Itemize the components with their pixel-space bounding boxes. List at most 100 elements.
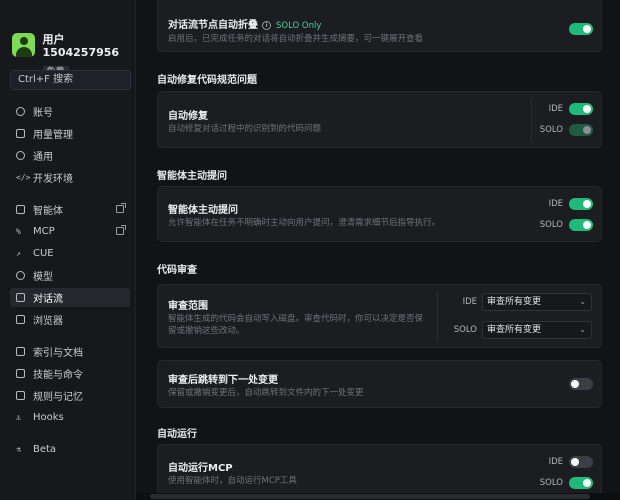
sidebar-item-skills[interactable]: 技能与命令 <box>10 364 130 383</box>
sidebar-item-model[interactable]: 模型 <box>10 266 130 285</box>
auto-collapse-toggle[interactable] <box>569 23 593 35</box>
info-icon[interactable]: i <box>262 21 271 30</box>
autorun-solo-toggle[interactable] <box>569 477 593 489</box>
sidebar-item-mcp[interactable]: % MCP <box>10 222 130 241</box>
setting-title: 智能体主动提问 <box>168 205 238 216</box>
autofix-ide-toggle[interactable] <box>569 103 593 115</box>
username: 用户1504257956 <box>42 33 120 59</box>
divider <box>531 98 532 142</box>
setting-desc: 自动修复对话过程中的识别到的代码问题 <box>168 124 322 134</box>
flask-icon: ⚗ <box>16 445 21 454</box>
search-input[interactable]: Ctrl+F 搜索 <box>10 70 131 90</box>
setting-title: 审查范围 <box>168 301 208 312</box>
sidebar-item-label: MCP <box>33 226 55 237</box>
avatar <box>12 33 35 57</box>
chat-icon <box>16 293 25 302</box>
setting-desc: 允许智能体在任务不明确时主动向用户提问，澄清需求细节后指导执行。 <box>168 218 441 228</box>
review-ide-select[interactable]: 审查所有变更 ⌄ <box>482 293 592 311</box>
ide-label: IDE <box>462 297 477 307</box>
chart-icon <box>16 129 25 138</box>
auto-collapse-card: 对话流节点自动折叠 i SOLO Only 启用后，已完成任务的对话将自动折叠并生成… <box>157 0 602 52</box>
sidebar-item-general[interactable]: 通用 <box>10 146 130 165</box>
ide-label: IDE <box>548 199 563 209</box>
setting-desc: 智能体生成的代码会自动写入磁盘。审查代码时，你可以决定是否保 <box>168 314 424 324</box>
sidebar-item-label: Beta <box>33 444 57 455</box>
robot-icon <box>16 205 25 214</box>
docs-icon <box>16 347 25 356</box>
sidebar-item-label: 技能与命令 <box>33 370 83 381</box>
setting-title: 自动修复 <box>168 111 208 122</box>
setting-title: 审查后跳转到下一处变更 <box>168 375 278 386</box>
section-title: 智能体主动提问 <box>157 171 227 182</box>
sidebar-item-label: 规则与记忆 <box>33 392 83 403</box>
settings-main: 对话流节点自动折叠 i SOLO Only 启用后，已完成任务的对话将自动折叠并生成… <box>137 0 620 500</box>
review-scope-card: 审查范围 智能体生成的代码会自动写入磁盘。审查代码时，你可以决定是否保 留或撤销… <box>157 284 602 348</box>
solo-label: SOLO <box>539 125 563 135</box>
scrollbar-thumb[interactable] <box>150 494 590 499</box>
plug-icon: % <box>16 227 21 236</box>
divider <box>437 292 438 342</box>
sidebar-item-label: 模型 <box>33 272 53 283</box>
external-link-icon[interactable] <box>116 203 126 213</box>
section-title: 自动修复代码规范问题 <box>157 75 257 86</box>
sidebar-item-label: 账号 <box>33 108 53 119</box>
sidebar-item-agent[interactable]: 智能体 <box>10 200 130 219</box>
sidebar-item-dev-env[interactable]: </> 开发环境 <box>10 168 130 187</box>
sidebar-item-cue[interactable]: ↗ CUE <box>10 244 130 263</box>
autorun-ide-toggle[interactable] <box>569 456 593 468</box>
section-title: 自动运行 <box>157 429 197 440</box>
setting-desc: 启用后，已完成任务的对话将自动折叠并生成摘要，可一键展开查看 <box>168 34 424 44</box>
sidebar-item-label: 通用 <box>33 152 53 163</box>
proactive-card: 智能体主动提问 允许智能体在任务不明确时主动向用户提问，澄清需求细节后指导执行。… <box>157 186 602 242</box>
gear-icon <box>16 151 25 160</box>
chevron-down-icon: ⌄ <box>579 297 586 306</box>
sidebar-item-account[interactable]: 账号 <box>10 102 130 121</box>
autofix-card: 自动修复 自动修复对话过程中的识别到的代码问题 IDE SOLO <box>157 91 602 148</box>
sidebar-item-index-docs[interactable]: 索引与文档 <box>10 342 130 361</box>
sidebar-item-label: Hooks <box>33 412 64 423</box>
arrow-icon: ↗ <box>16 249 21 258</box>
user-circle-icon <box>16 107 25 116</box>
ide-label: IDE <box>548 104 563 114</box>
sidebar-item-label: CUE <box>33 248 54 259</box>
sidebar-item-label: 智能体 <box>33 206 63 217</box>
sidebar-item-label: 索引与文档 <box>33 348 83 359</box>
sidebar-item-rules[interactable]: 规则与记忆 <box>10 386 130 405</box>
sidebar-item-label: 开发环境 <box>33 174 73 185</box>
proactive-ide-toggle[interactable] <box>569 198 593 210</box>
sidebar-item-beta[interactable]: ⚗ Beta <box>10 440 130 459</box>
skills-icon <box>16 369 25 378</box>
external-link-icon[interactable] <box>116 225 126 235</box>
sidebar-item-label: 用量管理 <box>33 130 73 141</box>
proactive-solo-toggle[interactable] <box>569 219 593 231</box>
review-solo-select[interactable]: 审查所有变更 ⌄ <box>482 321 592 339</box>
solo-label: SOLO <box>453 325 477 335</box>
sidebar-item-browser[interactable]: 浏览器 <box>10 310 130 329</box>
autorun-mcp-card: 自动运行MCP 使用智能体时，自动运行MCP工具 IDE SOLO <box>157 444 602 500</box>
jump-next-card: 审查后跳转到下一处变更 保留或撤销变更后，自动跳转到文件内的下一处变更 <box>157 360 602 408</box>
code-icon: </> <box>16 173 31 182</box>
browser-icon <box>16 315 25 324</box>
chevron-down-icon: ⌄ <box>579 325 586 334</box>
setting-title: 对话流节点自动折叠 i SOLO Only <box>168 20 322 31</box>
setting-desc: 留或撤销这些改动。 <box>168 326 245 336</box>
solo-label: SOLO <box>539 220 563 230</box>
sidebar-item-label: 对话流 <box>33 294 63 305</box>
sidebar-item-usage[interactable]: 用量管理 <box>10 124 130 143</box>
rules-icon <box>16 391 25 400</box>
setting-desc: 使用智能体时，自动运行MCP工具 <box>168 476 297 486</box>
solo-only-badge: SOLO Only <box>276 21 322 31</box>
section-title: 代码审查 <box>157 265 197 276</box>
model-icon <box>16 271 25 280</box>
setting-title: 自动运行MCP <box>168 463 233 474</box>
setting-desc: 保留或撤销变更后，自动跳转到文件内的下一处变更 <box>168 388 364 398</box>
autofix-solo-toggle[interactable] <box>569 124 593 136</box>
jump-next-toggle[interactable] <box>569 378 593 390</box>
solo-label: SOLO <box>539 478 563 488</box>
sidebar-item-label: 浏览器 <box>33 316 63 327</box>
ide-label: IDE <box>548 457 563 467</box>
sidebar: 用户1504257956 免费 Ctrl+F 搜索 账号 用量管理 通用 </>… <box>0 0 136 500</box>
hook-icon: ⚓ <box>16 413 21 422</box>
sidebar-item-hooks[interactable]: ⚓ Hooks <box>10 408 130 427</box>
sidebar-item-chat[interactable]: 对话流 <box>10 288 130 307</box>
